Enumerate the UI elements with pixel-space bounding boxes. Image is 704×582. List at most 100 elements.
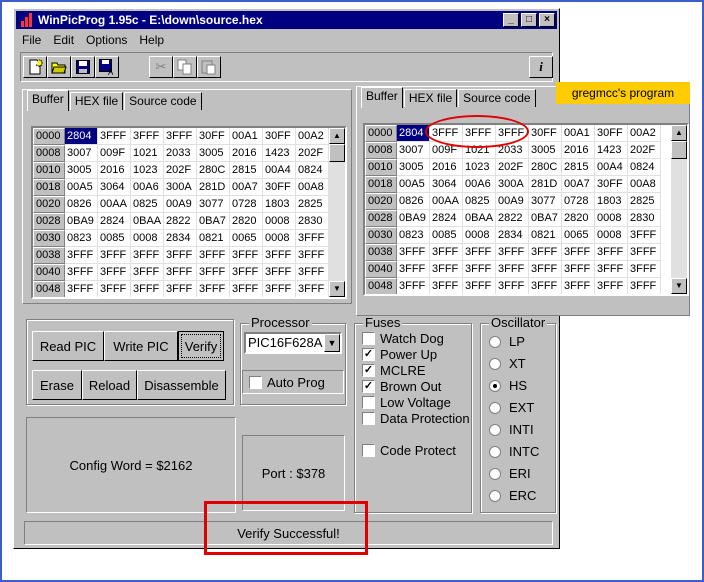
oscillator-radio[interactable]: ERC [489,488,536,503]
menu-options[interactable]: Options [80,33,133,47]
hex-cell[interactable]: 00A8 [628,176,661,193]
hex-cell[interactable]: 0BAA [463,210,496,227]
hex-cell[interactable]: 3FFF [463,244,496,261]
hex-cell[interactable]: 3FFF [263,281,296,297]
oscillator-radio[interactable]: XT [489,356,526,371]
hex-cell[interactable]: 3FFF [230,247,263,264]
hex-cell[interactable]: 0728 [230,196,263,213]
fuse-checkbox[interactable]: ✓ Brown Out [362,379,441,394]
scroll-up-icon[interactable]: ▲ [329,128,345,144]
hex-cell[interactable]: 30FF [529,125,562,142]
hex-cell[interactable]: 3FFF [628,244,661,261]
write-pic-button[interactable]: Write PIC [104,331,178,361]
hex-cell[interactable]: 0008 [131,230,164,247]
hex-cell[interactable]: 3FFF [296,247,329,264]
hex-cell[interactable]: 0065 [562,227,595,244]
hex-cell[interactable]: 281D [197,179,230,196]
hex-cell[interactable]: 3FFF [397,261,430,278]
hex-cell[interactable]: 3FFF [98,281,131,297]
hex-cell[interactable]: 3FFF [529,278,562,294]
tab-source-code[interactable]: Source code [124,92,202,110]
hex-cell[interactable]: 0821 [529,227,562,244]
hex-cell[interactable]: 0825 [463,193,496,210]
hex-cell[interactable]: 3FFF [397,278,430,294]
close-button[interactable]: × [539,13,555,27]
verify-button[interactable]: Verify [178,331,224,361]
new-file-icon[interactable] [23,56,47,78]
maximize-button[interactable]: □ [521,13,537,27]
hex-cell[interactable]: 1803 [263,196,296,213]
hex-cell[interactable]: 3FFF [496,278,529,294]
hex-cell[interactable]: 0824 [628,159,661,176]
hex-cell[interactable]: 0728 [562,193,595,210]
hex-cell[interactable]: 202F [296,145,329,162]
hex-cell[interactable]: 280C [529,159,562,176]
hex-cell[interactable]: 2834 [496,227,529,244]
hex-cell[interactable]: 3FFF [496,244,529,261]
hex-cell[interactable]: 30FF [595,125,628,142]
erase-button[interactable]: Erase [32,370,82,400]
hex-cell[interactable]: 3FFF [164,128,197,145]
menu-file[interactable]: File [16,33,47,47]
hex-cell[interactable]: 2016 [430,159,463,176]
tab-hex-file-right[interactable]: HEX file [403,89,458,107]
hex-cell[interactable]: 0BA9 [397,210,430,227]
hex-cell[interactable]: 1021 [131,145,164,162]
hex-cell[interactable]: 3FFF [529,244,562,261]
tab-buffer-right[interactable]: Buffer [361,87,403,108]
left-hex-grid[interactable]: 0000 2804 3FFF 3FFF 3FFF 30FF 00A1 30FF 00A2 0008… [31,126,347,299]
hex-cell[interactable]: 009F [98,145,131,162]
minimize-button[interactable]: _ [503,13,519,27]
hex-cell[interactable]: 3FFF [430,244,463,261]
hex-cell[interactable]: 2830 [296,213,329,230]
hex-cell[interactable]: 0826 [65,196,98,213]
oscillator-radio[interactable]: INTC [489,444,539,459]
hex-cell[interactable]: 0085 [430,227,463,244]
hex-cell[interactable]: 2033 [164,145,197,162]
hex-cell[interactable]: 0823 [397,227,430,244]
hex-cell[interactable]: 00A2 [628,125,661,142]
hex-cell[interactable]: 280C [197,162,230,179]
hex-cell[interactable]: 3FFF [562,278,595,294]
hex-cell[interactable]: 2822 [164,213,197,230]
hex-cell[interactable]: 30FF [197,128,230,145]
hex-cell[interactable]: 3FFF [628,227,661,244]
hex-cell[interactable]: 2815 [562,159,595,176]
hex-cell[interactable]: 3FFF [131,247,164,264]
hex-cell[interactable]: 0BAA [131,213,164,230]
vertical-scrollbar[interactable]: ▲ ▼ [329,128,345,297]
hex-cell[interactable]: 3FFF [131,264,164,281]
tab-buffer[interactable]: Buffer [27,90,69,111]
hex-cell[interactable]: 3FFF [430,261,463,278]
hex-cell[interactable]: 2830 [628,210,661,227]
hex-cell[interactable]: 3005 [65,162,98,179]
hex-cell[interactable]: 3FFF [164,281,197,297]
hex-cell[interactable]: 0008 [263,213,296,230]
fuse-checkbox[interactable]: ✓ Power Up [362,347,437,362]
hex-cell[interactable]: 3005 [397,159,430,176]
hex-cell[interactable]: 3007 [397,142,430,159]
hex-cell[interactable]: 2825 [296,196,329,213]
hex-cell[interactable]: 00A4 [263,162,296,179]
auto-prog-checkbox[interactable]: Auto Prog [249,375,325,390]
hex-cell[interactable]: 2825 [628,193,661,210]
hex-cell[interactable]: 3FFF [164,247,197,264]
hex-cell[interactable]: 00A9 [496,193,529,210]
right-hex-grid[interactable]: 0000 2804 3FFF 3FFF 3FFF 30FF 00A1 30FF 00A2 0008… [363,123,689,296]
hex-cell[interactable]: 3FFF [463,278,496,294]
hex-cell[interactable]: 2016 [230,145,263,162]
hex-cell[interactable]: 00A1 [562,125,595,142]
hex-cell[interactable]: 3FFF [98,264,131,281]
hex-cell[interactable]: 30FF [263,128,296,145]
hex-cell[interactable]: 3FFF [197,281,230,297]
hex-cell[interactable]: 3FFF [263,264,296,281]
hex-cell[interactable]: 3FFF [463,261,496,278]
code-protect-checkbox[interactable]: Code Protect [362,443,456,458]
hex-cell[interactable]: 2834 [164,230,197,247]
hex-cell[interactable]: 202F [628,142,661,159]
fuse-checkbox[interactable]: Watch Dog [362,331,444,346]
hex-cell[interactable]: 00A6 [131,179,164,196]
hex-cell[interactable]: 3FFF [65,264,98,281]
hex-cell[interactable]: 2016 [98,162,131,179]
fuse-checkbox[interactable]: Data Protection [362,411,470,426]
